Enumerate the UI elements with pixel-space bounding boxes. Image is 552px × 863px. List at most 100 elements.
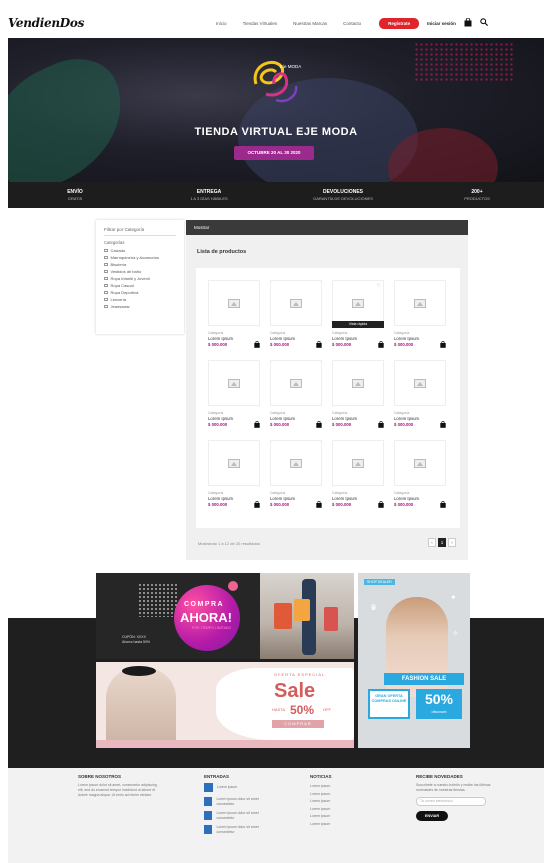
footer-link[interactable]: Lorem ipsum <box>310 798 370 806</box>
product-name[interactable]: Lorem Ipsum <box>208 416 233 421</box>
footer-link[interactable]: Lorem ipsum <box>310 821 370 829</box>
newsletter-email-input[interactable]: Tu correo electrónico <box>416 797 486 806</box>
add-to-cart-icon[interactable] <box>378 340 384 350</box>
footer-post[interactable]: Lorem ipsum dolor sit amet consectetur <box>204 825 274 834</box>
prev-page-button[interactable]: ‹ <box>428 538 436 547</box>
filter-item[interactable]: Ropa Casual <box>104 282 176 289</box>
add-to-cart-icon[interactable] <box>378 500 384 510</box>
quick-view-button[interactable]: Vista rápida <box>332 321 384 328</box>
product-name[interactable]: Lorem Ipsum <box>332 336 357 341</box>
add-to-cart-icon[interactable] <box>254 420 260 430</box>
product-card[interactable]: Categoría Lorem Ipsum $ 000.000 <box>394 440 450 516</box>
checkbox[interactable] <box>104 255 108 260</box>
product-name[interactable]: Lorem Ipsum <box>332 416 357 421</box>
sort-dropdown[interactable]: Mostrar <box>194 225 209 230</box>
product-image[interactable] <box>332 440 384 486</box>
product-card[interactable]: Categoría Lorem Ipsum $ 000.000 Vista rápid… <box>332 280 388 356</box>
nav-inicio[interactable]: Inicio <box>216 21 227 26</box>
product-card[interactable]: Categoría Lorem Ipsum $ 000.000 <box>332 440 388 516</box>
footer-link[interactable]: Lorem ipsum <box>310 783 370 791</box>
filter-item[interactable]: Ropa Deportiva <box>104 289 176 296</box>
add-to-cart-icon[interactable] <box>440 340 446 350</box>
product-name[interactable]: Lorem Ipsum <box>270 336 295 341</box>
product-image[interactable] <box>208 440 260 486</box>
product-card[interactable]: Categoría Lorem Ipsum $ 000.000 <box>270 360 326 436</box>
site-logo[interactable]: VendienDos <box>8 16 84 30</box>
newsletter-send-button[interactable]: ENVIAR <box>416 811 448 821</box>
nav-contacto[interactable]: Contacto <box>343 21 361 26</box>
product-image[interactable] <box>332 360 384 406</box>
checkbox[interactable] <box>104 304 108 309</box>
filter-item[interactable]: Ropa Infantil y Juvenil <box>104 275 176 282</box>
product-card[interactable]: Categoría Lorem Ipsum $ 000.000 <box>394 280 450 356</box>
filter-item[interactable]: Marroquinería y Accesorios <box>104 254 176 261</box>
next-page-button[interactable]: › <box>448 538 456 547</box>
add-to-cart-icon[interactable] <box>440 500 446 510</box>
product-image[interactable] <box>394 280 446 326</box>
product-name[interactable]: Lorem Ipsum <box>208 496 233 501</box>
footer-link[interactable]: Lorem ipsum <box>310 813 370 821</box>
add-to-cart-icon[interactable] <box>378 420 384 430</box>
footer-post[interactable]: Lorem ipsum dolor sit amet consectetur <box>204 811 274 820</box>
filter-item[interactable]: Lencería <box>104 296 176 303</box>
product-name[interactable]: Lorem Ipsum <box>394 496 419 501</box>
register-button[interactable]: Regístrate <box>379 17 420 29</box>
product-name[interactable]: Lorem Ipsum <box>332 496 357 501</box>
checkbox[interactable] <box>104 283 108 288</box>
product-card[interactable]: Categoría Lorem Ipsum $ 000.000 <box>208 440 264 516</box>
product-image[interactable] <box>394 440 446 486</box>
page-1-button[interactable]: 1 <box>438 538 446 547</box>
filter-item[interactable]: Jeanswear <box>104 303 176 310</box>
product-image[interactable] <box>270 440 322 486</box>
product-name[interactable]: Lorem Ipsum <box>270 496 295 501</box>
product-image[interactable] <box>208 280 260 326</box>
product-card[interactable]: Categoría Lorem Ipsum $ 000.000 <box>270 440 326 516</box>
add-to-cart-icon[interactable] <box>316 420 322 430</box>
add-to-cart-icon[interactable] <box>254 500 260 510</box>
add-to-cart-icon[interactable] <box>254 340 260 350</box>
product-card[interactable]: Categoría Lorem Ipsum $ 000.000 <box>208 360 264 436</box>
product-image[interactable] <box>270 360 322 406</box>
footer-post[interactable]: Lorem ipsum <box>204 783 274 792</box>
product-image[interactable] <box>394 360 446 406</box>
search-icon[interactable] <box>480 18 488 28</box>
nav-marcas[interactable]: Nuestras Marcas <box>293 21 327 26</box>
product-card[interactable]: Categoría Lorem Ipsum $ 000.000 <box>332 360 388 436</box>
product-card[interactable]: Categoría Lorem Ipsum $ 000.000 <box>270 280 326 356</box>
add-to-cart-icon[interactable] <box>440 420 446 430</box>
checkbox[interactable] <box>104 297 108 302</box>
filter-item[interactable]: Bisutería <box>104 261 176 268</box>
login-link[interactable]: Iniciar sesión <box>427 21 456 26</box>
product-image[interactable] <box>208 360 260 406</box>
nav-tiendas[interactable]: Tiendas Virtuales <box>243 21 278 26</box>
product-name[interactable]: Lorem Ipsum <box>394 336 419 341</box>
filter-item[interactable]: Calzado <box>104 247 176 254</box>
checkbox[interactable] <box>104 276 108 281</box>
product-card[interactable]: Categoría Lorem Ipsum $ 000.000 <box>208 280 264 356</box>
sale-heading: Sale <box>274 680 316 702</box>
category-filter-sidebar: Filtrar por Categoría Categorías Calzado… <box>96 220 184 334</box>
footer-post[interactable]: Lorem ipsum dolor sit amet consectetur <box>204 797 274 806</box>
checkbox[interactable] <box>104 290 108 295</box>
footer-link[interactable]: Lorem ipsum <box>310 791 370 799</box>
checkbox[interactable] <box>104 248 108 253</box>
add-to-cart-icon[interactable] <box>316 340 322 350</box>
filter-item[interactable]: Vestidos de baño <box>104 268 176 275</box>
footer-link[interactable]: Lorem ipsum <box>310 806 370 814</box>
checkbox[interactable] <box>104 269 108 274</box>
bag-icon[interactable] <box>464 17 472 29</box>
product-price: $ 000.000 <box>394 422 414 427</box>
product-name[interactable]: Lorem Ipsum <box>270 416 295 421</box>
product-name[interactable]: Lorem Ipsum <box>208 336 233 341</box>
product-image[interactable] <box>270 280 322 326</box>
fashion-sale-banner[interactable]: SHOP DEALER ♛ ✦ ✧ FASHION SALE GRAN OFER… <box>358 573 470 748</box>
comprar-button[interactable]: COMPRAR <box>272 720 324 728</box>
sale-banner[interactable]: OFERTA ESPECIAL Sale HASTA 50% OFF COMPR… <box>96 662 354 748</box>
image-placeholder-icon <box>228 298 240 308</box>
product-name[interactable]: Lorem Ipsum <box>394 416 419 421</box>
checkbox[interactable] <box>104 262 108 267</box>
wishlist-heart-icon[interactable]: ♡ <box>377 283 381 289</box>
product-card[interactable]: Categoría Lorem Ipsum $ 000.000 <box>394 360 450 436</box>
compra-ahora-banner[interactable]: COMPRA AHORA! POR TIEMPO LIMITADO CUPÓN:… <box>96 573 354 659</box>
add-to-cart-icon[interactable] <box>316 500 322 510</box>
